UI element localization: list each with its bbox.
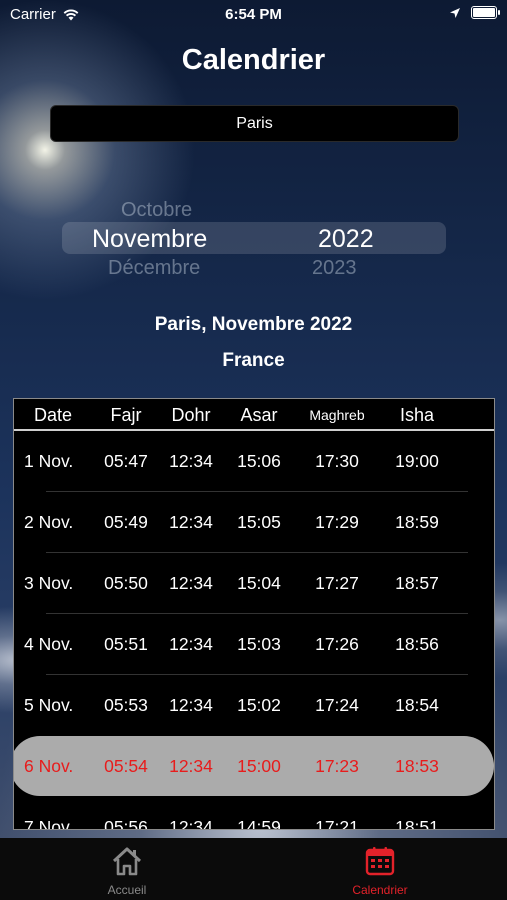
cell-asar: 15:06 bbox=[237, 451, 281, 471]
picker-year-selected[interactable]: 2022 bbox=[318, 225, 374, 254]
cell-date: 1 Nov. bbox=[24, 451, 74, 471]
header-asar: Asar bbox=[240, 405, 278, 425]
cell-fajr: 05:50 bbox=[104, 573, 148, 593]
cell-maghreb: 17:23 bbox=[315, 756, 359, 776]
page-title: Calendrier bbox=[181, 44, 326, 76]
cell-dohr: 12:34 bbox=[169, 817, 213, 830]
header-isha: Isha bbox=[399, 405, 435, 425]
cell-maghreb: 17:29 bbox=[315, 512, 359, 532]
cell-asar: 15:00 bbox=[237, 756, 281, 776]
battery-icon bbox=[471, 6, 500, 19]
cell-isha: 18:57 bbox=[395, 573, 439, 593]
cell-maghreb: 17:27 bbox=[315, 573, 359, 593]
cell-dohr: 12:34 bbox=[169, 634, 213, 654]
cell-date: 6 Nov. bbox=[24, 756, 74, 776]
table-row[interactable]: 2 Nov. 05:49 12:34 15:05 17:29 18:59 bbox=[14, 492, 494, 553]
status-right bbox=[449, 6, 500, 19]
location-arrow-icon bbox=[450, 7, 460, 18]
tab-accueil[interactable]: Accueil bbox=[67, 846, 187, 897]
cell-fajr: 05:49 bbox=[104, 512, 148, 532]
cell-asar: 15:04 bbox=[237, 573, 281, 593]
tab-calendrier[interactable]: Calendrier bbox=[320, 846, 440, 897]
prayer-times-table[interactable]: Date Fajr Dohr Asar Maghreb Isha 1 Nov. … bbox=[13, 398, 495, 830]
table-header: Date Fajr Dohr Asar Maghreb Isha bbox=[14, 399, 494, 431]
cell-maghreb: 17:30 bbox=[315, 451, 359, 471]
cell-fajr: 05:56 bbox=[104, 817, 148, 830]
tab-bar: Accueil Calendrier bbox=[0, 838, 507, 900]
table-row[interactable]: 3 Nov. 05:50 12:34 15:04 17:27 18:57 bbox=[14, 553, 494, 614]
house-icon bbox=[112, 847, 142, 876]
city-field-value: Paris bbox=[236, 114, 273, 132]
header-fajr: Fajr bbox=[110, 405, 142, 425]
cell-date: 5 Nov. bbox=[24, 695, 74, 715]
cell-asar: 14:59 bbox=[237, 817, 281, 830]
picker-month-next[interactable]: Décembre bbox=[108, 257, 200, 280]
calendar-icon bbox=[365, 847, 395, 876]
cell-dohr: 12:34 bbox=[169, 512, 213, 532]
cell-dohr: 12:34 bbox=[169, 573, 213, 593]
city-search-field[interactable]: Paris bbox=[50, 105, 459, 142]
cell-dohr: 12:34 bbox=[169, 756, 213, 776]
country-heading: France bbox=[222, 350, 285, 371]
cell-maghreb: 17:24 bbox=[315, 695, 359, 715]
cell-maghreb: 17:21 bbox=[315, 817, 359, 830]
cell-fajr: 05:51 bbox=[104, 634, 148, 654]
cell-asar: 15:02 bbox=[237, 695, 281, 715]
table-row[interactable]: 1 Nov. 05:47 12:34 15:06 17:30 19:00 bbox=[14, 431, 494, 492]
status-time: 6:54 PM bbox=[225, 6, 282, 23]
picker-month-selected[interactable]: Novembre bbox=[92, 225, 207, 254]
status-bar: Carrier 6:54 PM bbox=[0, 0, 507, 28]
cell-maghreb: 17:26 bbox=[315, 634, 359, 654]
cell-date: 2 Nov. bbox=[24, 512, 74, 532]
cell-dohr: 12:34 bbox=[169, 451, 213, 471]
table-row[interactable]: 7 Nov. 05:56 12:34 14:59 17:21 18:51 bbox=[14, 797, 494, 830]
cell-isha: 18:59 bbox=[395, 512, 439, 532]
header-date: Date bbox=[34, 405, 73, 425]
cell-isha: 18:51 bbox=[395, 817, 439, 830]
cell-date: 4 Nov. bbox=[24, 634, 74, 654]
cell-fajr: 05:53 bbox=[104, 695, 148, 715]
picker-month-previous[interactable]: Octobre bbox=[121, 199, 192, 222]
cell-isha: 19:00 bbox=[395, 451, 439, 471]
cell-date: 3 Nov. bbox=[24, 573, 74, 593]
cell-date: 7 Nov. bbox=[24, 817, 74, 830]
cell-isha: 18:56 bbox=[395, 634, 439, 654]
table-row-today[interactable]: 6 Nov. 05:54 12:34 15:00 17:23 18:53 bbox=[14, 736, 494, 797]
cell-isha: 18:53 bbox=[395, 756, 439, 776]
tab-calendrier-label: Calendrier bbox=[352, 883, 408, 897]
cell-isha: 18:54 bbox=[395, 695, 439, 715]
header-dohr: Dohr bbox=[171, 405, 211, 425]
cell-dohr: 12:34 bbox=[169, 695, 213, 715]
cell-asar: 15:05 bbox=[237, 512, 281, 532]
picker-year-next[interactable]: 2023 bbox=[312, 257, 357, 280]
cell-fajr: 05:54 bbox=[104, 756, 148, 776]
cell-asar: 15:03 bbox=[237, 634, 281, 654]
tab-accueil-label: Accueil bbox=[107, 883, 147, 897]
cell-fajr: 05:47 bbox=[104, 451, 148, 471]
location-month-heading: Paris, Novembre 2022 bbox=[154, 314, 353, 335]
table-row[interactable]: 4 Nov. 05:51 12:34 15:03 17:26 18:56 bbox=[14, 614, 494, 675]
month-year-picker[interactable]: Octobre Novembre Décembre 2022 2023 bbox=[0, 192, 507, 292]
header-maghreb: Maghreb bbox=[309, 407, 365, 423]
table-row[interactable]: 5 Nov. 05:53 12:34 15:02 17:24 18:54 bbox=[14, 675, 494, 736]
